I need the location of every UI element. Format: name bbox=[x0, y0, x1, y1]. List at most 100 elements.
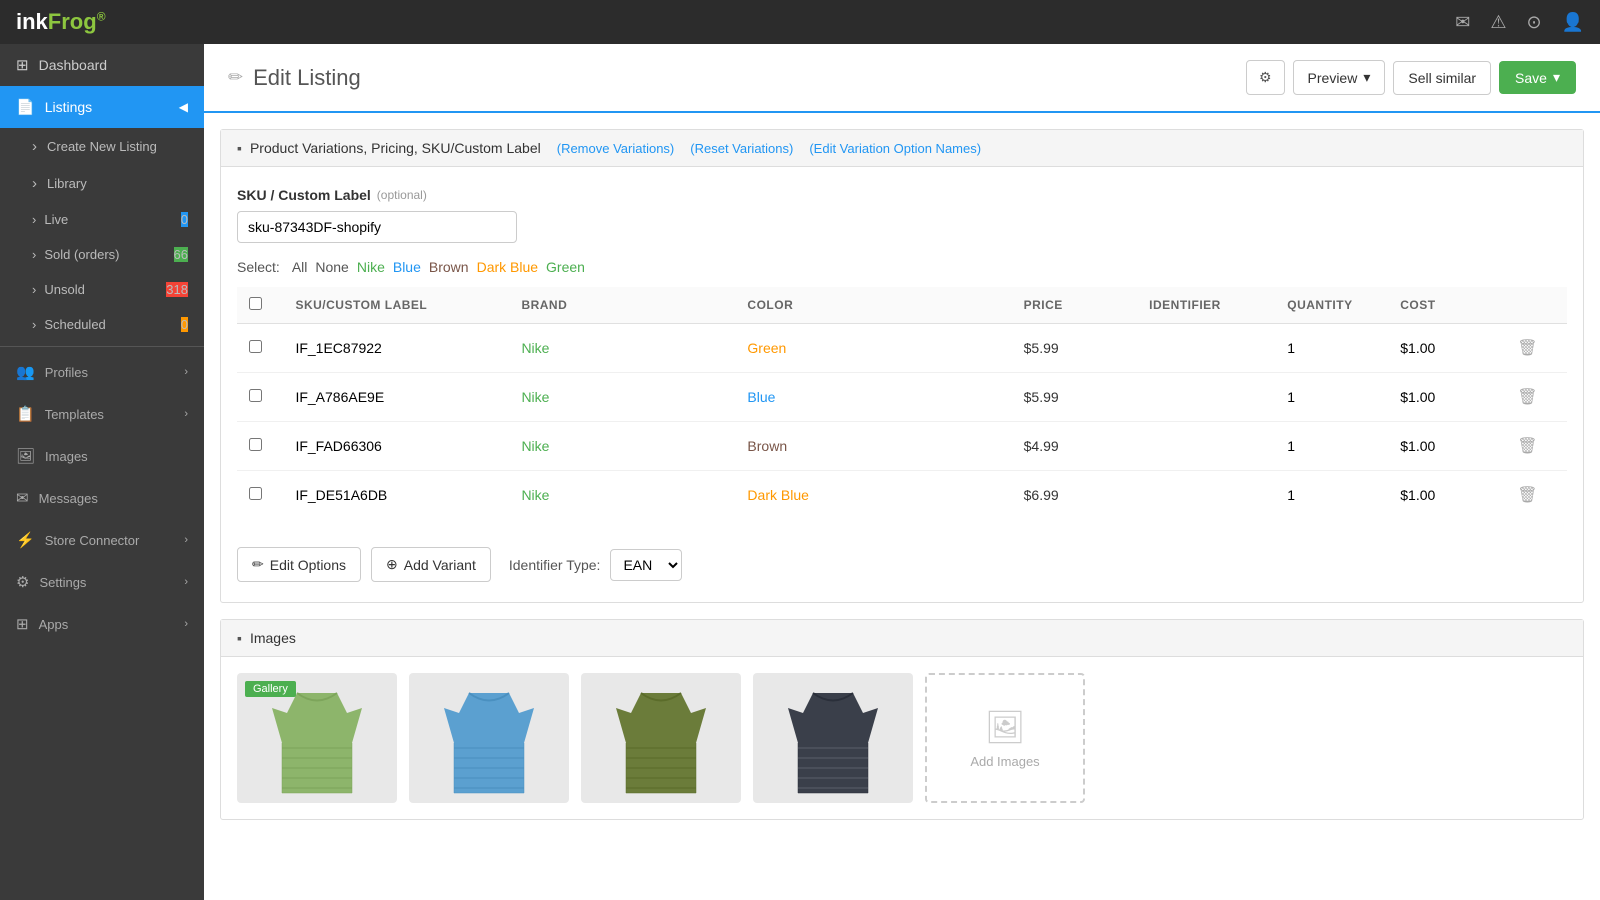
sidebar-item-library[interactable]: › Library bbox=[0, 165, 204, 202]
live-badge: 0 bbox=[181, 212, 188, 227]
delete-row-button-2[interactable]: 🗑 bbox=[1513, 432, 1541, 460]
select-none-link[interactable]: None bbox=[315, 259, 348, 275]
select-blue-link[interactable]: Blue bbox=[393, 259, 421, 275]
cell-sku-1: IF_A786AE9E bbox=[283, 373, 509, 422]
bottom-actions: ✏ Edit Options ⊕ Add Variant Identifier … bbox=[237, 535, 1567, 582]
sell-similar-button[interactable]: Sell similar bbox=[1393, 61, 1491, 95]
cell-brand-2: Nike bbox=[509, 422, 735, 471]
mail-icon[interactable]: ✉ bbox=[1455, 12, 1470, 33]
edit-variation-names-link[interactable]: (Edit Variation Option Names) bbox=[809, 141, 981, 156]
sidebar-label-settings: Settings bbox=[39, 575, 86, 590]
variations-table: SKU/CUSTOM LABEL BRAND COLOR PRICE IDENT… bbox=[237, 287, 1567, 519]
sku-input[interactable] bbox=[237, 211, 517, 243]
topbar: inkFrog® ✉ ⚠ ⊙ 👤 bbox=[0, 0, 1600, 44]
sidebar-item-live[interactable]: › Live 0 bbox=[0, 202, 204, 237]
user-icon[interactable]: 👤 bbox=[1562, 12, 1584, 33]
row-checkbox-2[interactable] bbox=[249, 438, 262, 451]
page-title-area: ✏ Edit Listing bbox=[228, 65, 1246, 91]
sold-badge: 66 bbox=[174, 247, 188, 262]
create-icon: › bbox=[32, 138, 37, 155]
sidebar-label-store-connector: Store Connector bbox=[45, 533, 140, 548]
apps-icon: ⊞ bbox=[16, 615, 29, 633]
cell-brand-3: Nike bbox=[509, 471, 735, 520]
sidebar-label-library: Library bbox=[47, 176, 87, 191]
sidebar-label-live: Live bbox=[44, 212, 68, 227]
variations-header-icon: ▪ bbox=[237, 140, 242, 156]
delete-row-button-0[interactable]: 🗑 bbox=[1513, 334, 1541, 362]
image-thumb-4[interactable] bbox=[753, 673, 913, 803]
page-title: Edit Listing bbox=[253, 65, 361, 91]
help-icon[interactable]: ⊙ bbox=[1526, 12, 1541, 33]
images-body: Gallery bbox=[221, 657, 1583, 819]
col-header-color: COLOR bbox=[735, 287, 1011, 324]
select-green-link[interactable]: Green bbox=[546, 259, 585, 275]
sidebar-label-images: Images bbox=[45, 449, 88, 464]
sidebar-item-sold[interactable]: › Sold (orders) 66 bbox=[0, 237, 204, 272]
add-variant-plus-icon: ⊕ bbox=[386, 556, 398, 573]
images-section-header: ▪ Images bbox=[221, 620, 1583, 657]
cell-identifier-1 bbox=[1137, 373, 1275, 422]
identifier-type-select[interactable]: EAN UPC ISBN GTIN bbox=[610, 549, 682, 581]
images-section: ▪ Images Gallery bbox=[220, 619, 1584, 820]
select-row: Select: All None Nike Blue Brown Dark Bl… bbox=[237, 259, 1567, 275]
select-all-link[interactable]: All bbox=[292, 259, 308, 275]
pencil-icon: ✏ bbox=[228, 67, 243, 88]
row-checkbox-1[interactable] bbox=[249, 389, 262, 402]
cell-cost-0: $1.00 bbox=[1388, 324, 1501, 373]
sidebar-item-listings[interactable]: 📄 Listings ◀ bbox=[0, 86, 204, 128]
edit-options-button[interactable]: ✏ Edit Options bbox=[237, 547, 361, 582]
cell-quantity-2: 1 bbox=[1275, 422, 1388, 471]
sidebar-item-templates[interactable]: 📋 Templates › bbox=[0, 393, 204, 435]
cell-cost-1: $1.00 bbox=[1388, 373, 1501, 422]
col-header-quantity: QUANTITY bbox=[1275, 287, 1388, 324]
sidebar-item-settings[interactable]: ⚙ Settings › bbox=[0, 561, 204, 603]
variations-section-body: SKU / Custom Label (optional) Select: Al… bbox=[221, 167, 1583, 602]
image-thumb-1[interactable]: Gallery bbox=[237, 673, 397, 803]
save-button[interactable]: Save ▾ bbox=[1499, 61, 1576, 94]
cell-color-0: Green bbox=[735, 324, 1011, 373]
sidebar-label-templates: Templates bbox=[45, 407, 104, 422]
sidebar-item-unsold[interactable]: › Unsold 318 bbox=[0, 272, 204, 307]
variations-header-title: Product Variations, Pricing, SKU/Custom … bbox=[250, 140, 541, 156]
sidebar-item-scheduled[interactable]: › Scheduled 0 bbox=[0, 307, 204, 342]
sidebar-item-profiles[interactable]: 👥 Profiles › bbox=[0, 351, 204, 393]
store-connector-arrow: › bbox=[184, 534, 188, 546]
sidebar-item-create-new-listing[interactable]: › Create New Listing bbox=[0, 128, 204, 165]
delete-row-button-3[interactable]: 🗑 bbox=[1513, 481, 1541, 509]
row-checkbox-0[interactable] bbox=[249, 340, 262, 353]
select-dark-blue-link[interactable]: Dark Blue bbox=[477, 259, 538, 275]
sidebar-item-images[interactable]: 🖼 Images bbox=[0, 435, 204, 477]
select-nike-link[interactable]: Nike bbox=[357, 259, 385, 275]
reset-variations-link[interactable]: (Reset Variations) bbox=[690, 141, 793, 156]
sidebar-item-dashboard[interactable]: ⊞ Dashboard bbox=[0, 44, 204, 86]
variations-section-header: ▪ Product Variations, Pricing, SKU/Custo… bbox=[221, 130, 1583, 167]
preview-button[interactable]: Preview ▾ bbox=[1293, 60, 1386, 95]
warning-icon[interactable]: ⚠ bbox=[1490, 12, 1506, 33]
preview-label: Preview bbox=[1308, 70, 1358, 86]
col-header-price: PRICE bbox=[1012, 287, 1138, 324]
library-icon: › bbox=[32, 175, 37, 192]
image-thumb-2[interactable] bbox=[409, 673, 569, 803]
select-brown-link[interactable]: Brown bbox=[429, 259, 469, 275]
cell-cost-3: $1.00 bbox=[1388, 471, 1501, 520]
sidebar-item-apps[interactable]: ⊞ Apps › bbox=[0, 603, 204, 645]
cell-brand-1: Nike bbox=[509, 373, 735, 422]
gear-button[interactable]: ⚙ bbox=[1246, 60, 1285, 95]
sidebar-label-listings: Listings bbox=[45, 99, 92, 115]
sidebar-label-messages: Messages bbox=[39, 491, 98, 506]
sidebar-item-messages[interactable]: ✉ Messages bbox=[0, 477, 204, 519]
cell-identifier-3 bbox=[1137, 471, 1275, 520]
sold-icon: › bbox=[32, 247, 36, 262]
remove-variations-link[interactable]: (Remove Variations) bbox=[557, 141, 675, 156]
sidebar-label-apps: Apps bbox=[39, 617, 69, 632]
add-variant-button[interactable]: ⊕ Add Variant bbox=[371, 547, 491, 582]
add-images-box[interactable]: 🖼 Add Images bbox=[925, 673, 1085, 803]
cell-identifier-2 bbox=[1137, 422, 1275, 471]
image-thumb-3[interactable] bbox=[581, 673, 741, 803]
cell-brand-0: Nike bbox=[509, 324, 735, 373]
select-all-checkbox[interactable] bbox=[249, 297, 262, 310]
row-checkbox-3[interactable] bbox=[249, 487, 262, 500]
sidebar-item-store-connector[interactable]: ⚡ Store Connector › bbox=[0, 519, 204, 561]
images-header-title: Images bbox=[250, 630, 296, 646]
delete-row-button-1[interactable]: 🗑 bbox=[1513, 383, 1541, 411]
